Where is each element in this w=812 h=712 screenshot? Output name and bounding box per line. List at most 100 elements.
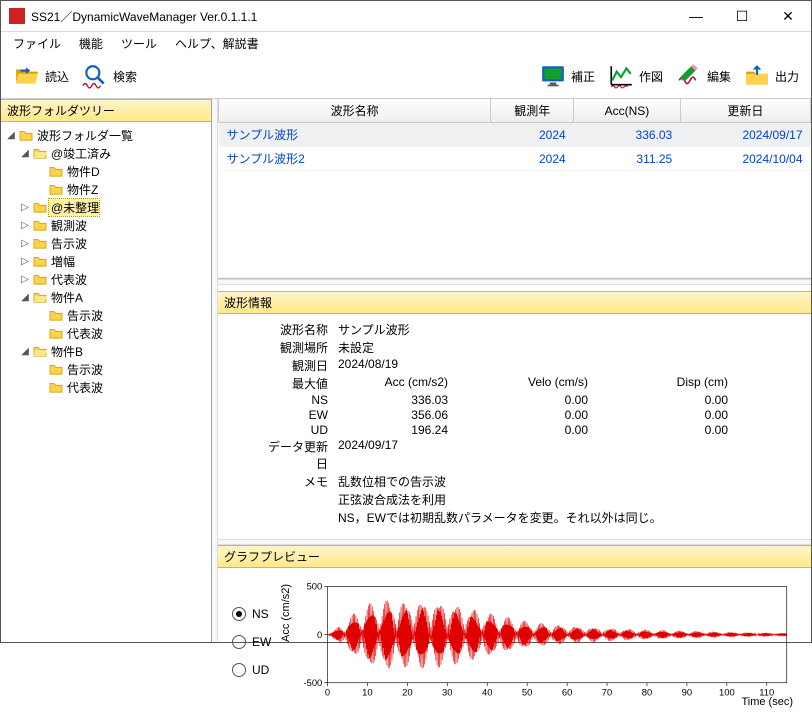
info-label: UD <box>258 423 338 437</box>
cell-acc: 336.03 <box>574 123 681 147</box>
col-name[interactable]: 波形名称 <box>219 99 491 123</box>
col-acc[interactable]: Acc(NS) <box>574 99 681 123</box>
load-label: 読込 <box>45 68 69 85</box>
radio-label: UD <box>252 663 269 677</box>
table-row[interactable]: サンプル波形2 2024 311.25 2024/10/04 <box>219 147 811 171</box>
cell-name: サンプル波形2 <box>219 147 491 171</box>
svg-text:0: 0 <box>325 687 330 698</box>
tree-item[interactable]: 告示波 <box>3 306 209 324</box>
info-label: 波形名称 <box>258 321 338 338</box>
tree-item[interactable]: ▷代表波 <box>3 270 209 288</box>
info-value: 2024/09/17 <box>338 438 398 472</box>
tree-item[interactable]: 代表波 <box>3 324 209 342</box>
load-button[interactable]: 読込 <box>7 56 75 96</box>
folder-open-icon <box>33 345 47 357</box>
tree-item[interactable]: ◢物件A <box>3 288 209 306</box>
folder-tree[interactable]: ◢波形フォルダ一覧 ◢@竣工済み 物件D 物件Z ▷@未整理 ▷観測波 ▷告示波… <box>1 122 211 642</box>
expand-icon[interactable]: ◢ <box>19 148 31 159</box>
svg-text:100: 100 <box>719 687 735 698</box>
tree-item[interactable]: ▷ 観測波 <box>3 216 209 234</box>
info-label: NS <box>258 393 338 407</box>
waveform-plot: Acc (cm/s2) 5000-50001020304050607080901… <box>292 578 793 706</box>
info-value: 正弦波合成法を利用 <box>338 491 446 508</box>
tree-item[interactable]: 告示波 <box>3 360 209 378</box>
correct-button[interactable]: 補正 <box>533 56 601 96</box>
tree-label: 告示波 <box>65 361 103 378</box>
window-title: SS21／DynamicWaveManager Ver.0.1.1.1 <box>31 8 673 25</box>
tree-root[interactable]: ◢波形フォルダ一覧 <box>3 126 209 144</box>
expand-icon[interactable]: ◢ <box>5 130 17 141</box>
info-label: 観測場所 <box>258 339 338 356</box>
tree-item[interactable]: ▷増幅 <box>3 252 209 270</box>
tree-label: 観測波 <box>49 217 87 234</box>
tree-item-selected[interactable]: ▷ @未整理 <box>3 198 209 216</box>
edit-button[interactable]: 編集 <box>669 56 737 96</box>
tree-item[interactable]: 物件Z <box>3 180 209 198</box>
collapse-icon[interactable]: ▷ <box>19 238 31 249</box>
tree-item[interactable]: 代表波 <box>3 378 209 396</box>
expand-icon[interactable]: ◢ <box>19 292 31 303</box>
splitter-h[interactable] <box>218 279 811 285</box>
radio-icon <box>232 635 246 649</box>
info-value: 未設定 <box>338 339 374 356</box>
radio-icon <box>232 663 246 677</box>
info-label: メモ <box>258 473 338 490</box>
search-button[interactable]: 検索 <box>75 56 143 96</box>
tree-item[interactable]: ◢@竣工済み <box>3 144 209 162</box>
svg-text:70: 70 <box>602 687 612 698</box>
info-value: 2024/08/19 <box>338 357 398 374</box>
app-icon <box>9 8 25 24</box>
tree-label: @未整理 <box>49 199 99 216</box>
waveform-table: 波形名称 観測年 Acc(NS) 更新日 サンプル波形 2024 336.03 … <box>218 99 811 279</box>
info-col-head: Acc (cm/s2) <box>338 375 478 392</box>
menu-file[interactable]: ファイル <box>5 33 69 54</box>
svg-text:500: 500 <box>307 582 323 593</box>
table-row[interactable]: サンプル波形 2024 336.03 2024/09/17 <box>219 123 811 147</box>
menu-tool[interactable]: ツール <box>113 33 165 54</box>
chart-icon <box>607 62 635 90</box>
tree-item[interactable]: 物件D <box>3 162 209 180</box>
graph-panel: グラフプレビュー NS EW UD Acc (cm/s2) 5000-50001… <box>218 545 811 642</box>
cell-year: 2024 <box>491 147 574 171</box>
y-axis-label: Acc (cm/s2) <box>280 584 292 642</box>
collapse-icon[interactable]: ▷ <box>19 220 31 231</box>
close-button[interactable]: ✕ <box>765 1 811 31</box>
menu-help[interactable]: ヘルプ、解説書 <box>167 33 267 54</box>
minimize-button[interactable]: — <box>673 1 719 31</box>
svg-text:40: 40 <box>482 687 492 698</box>
col-updated[interactable]: 更新日 <box>680 99 810 123</box>
menubar: ファイル 機能 ツール ヘルプ、解説書 <box>1 32 811 54</box>
tree-label: 物件Z <box>65 181 98 198</box>
tree-item[interactable]: ◢ 物件B <box>3 342 209 360</box>
folder-icon <box>33 219 47 231</box>
info-value: 0.00 <box>618 423 758 437</box>
folder-icon <box>33 237 47 249</box>
tree-label: 告示波 <box>65 307 103 324</box>
menu-function[interactable]: 機能 <box>71 33 111 54</box>
col-year[interactable]: 観測年 <box>491 99 574 123</box>
info-value: 0.00 <box>478 393 618 407</box>
pencil-wave-icon <box>675 62 703 90</box>
search-wave-icon <box>81 62 109 90</box>
folder-icon <box>19 129 33 141</box>
folder-icon <box>49 165 63 177</box>
folder-icon <box>49 381 63 393</box>
folder-icon <box>49 183 63 195</box>
export-icon <box>743 62 771 90</box>
collapse-icon[interactable]: ▷ <box>19 202 31 213</box>
maximize-button[interactable]: ☐ <box>719 1 765 31</box>
info-col-head: Velo (cm/s) <box>478 375 618 392</box>
svg-text:50: 50 <box>522 687 532 698</box>
radio-label: NS <box>252 607 269 621</box>
folder-open-icon <box>33 291 47 303</box>
expand-icon[interactable]: ◢ <box>19 346 31 357</box>
collapse-icon[interactable]: ▷ <box>19 274 31 285</box>
plot-button[interactable]: 作図 <box>601 56 669 96</box>
radio-label: EW <box>252 635 271 649</box>
tree-item[interactable]: ▷告示波 <box>3 234 209 252</box>
output-button[interactable]: 出力 <box>737 56 805 96</box>
tree-label: 代表波 <box>65 325 103 342</box>
collapse-icon[interactable]: ▷ <box>19 256 31 267</box>
tree-label: 物件B <box>49 343 83 360</box>
radio-ud[interactable]: UD <box>232 663 292 677</box>
